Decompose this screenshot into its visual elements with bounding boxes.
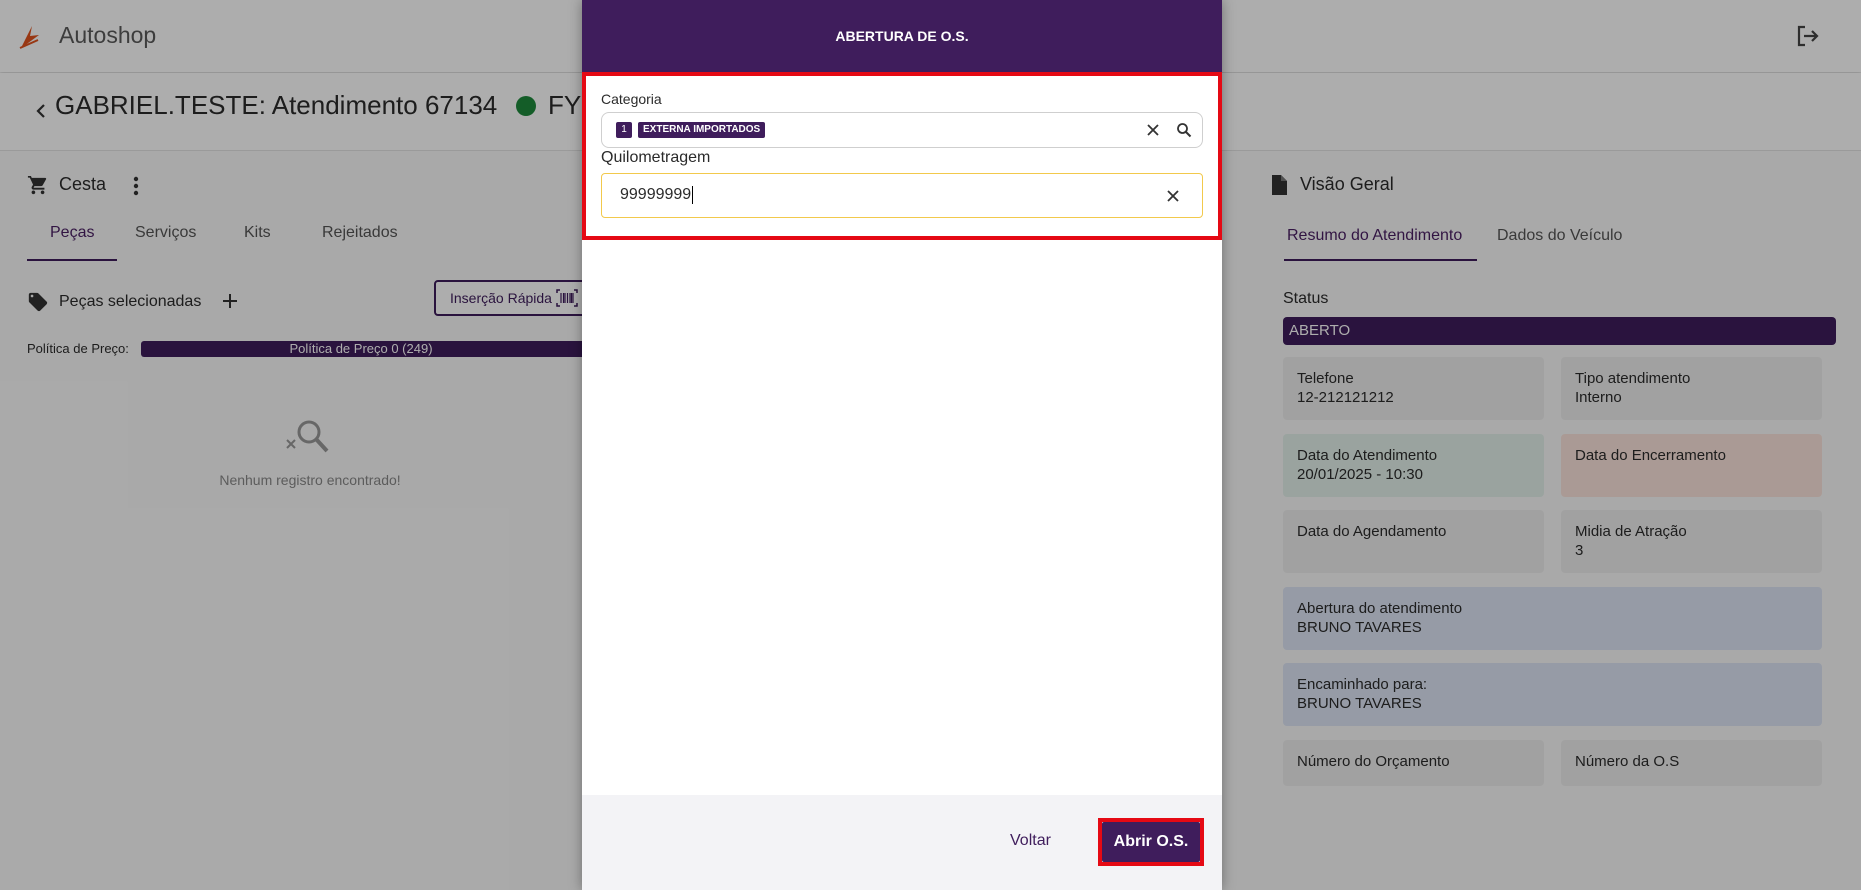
- clear-icon[interactable]: [1166, 189, 1180, 203]
- open-os-dialog: ABERTURA DE O.S. Categoria 1 EXTERNA IMP…: [582, 0, 1222, 890]
- category-select[interactable]: 1 EXTERNA IMPORTADOS: [601, 112, 1203, 148]
- text-cursor: [692, 186, 694, 204]
- back-button[interactable]: Voltar: [1010, 832, 1051, 850]
- km-value-text: 99999999: [620, 186, 692, 204]
- open-os-button[interactable]: Abrir O.S.: [1102, 822, 1200, 862]
- dialog-title: ABERTURA DE O.S.: [835, 28, 969, 44]
- search-icon[interactable]: [1176, 122, 1192, 138]
- category-chip: EXTERNA IMPORTADOS: [638, 122, 766, 138]
- app-root: Autoshop GABRIEL.TESTE: Atendimento 6713…: [0, 0, 1861, 890]
- category-chip-number: 1: [616, 122, 632, 138]
- km-label: Quilometragem: [601, 149, 711, 166]
- clear-icon[interactable]: [1146, 123, 1160, 137]
- dialog-footer: Voltar Abrir O.S.: [582, 795, 1222, 890]
- km-value: 99999999: [620, 186, 694, 204]
- dialog-header: ABERTURA DE O.S.: [582, 0, 1222, 72]
- category-label: Categoria: [601, 91, 662, 107]
- km-input[interactable]: 99999999: [601, 173, 1203, 218]
